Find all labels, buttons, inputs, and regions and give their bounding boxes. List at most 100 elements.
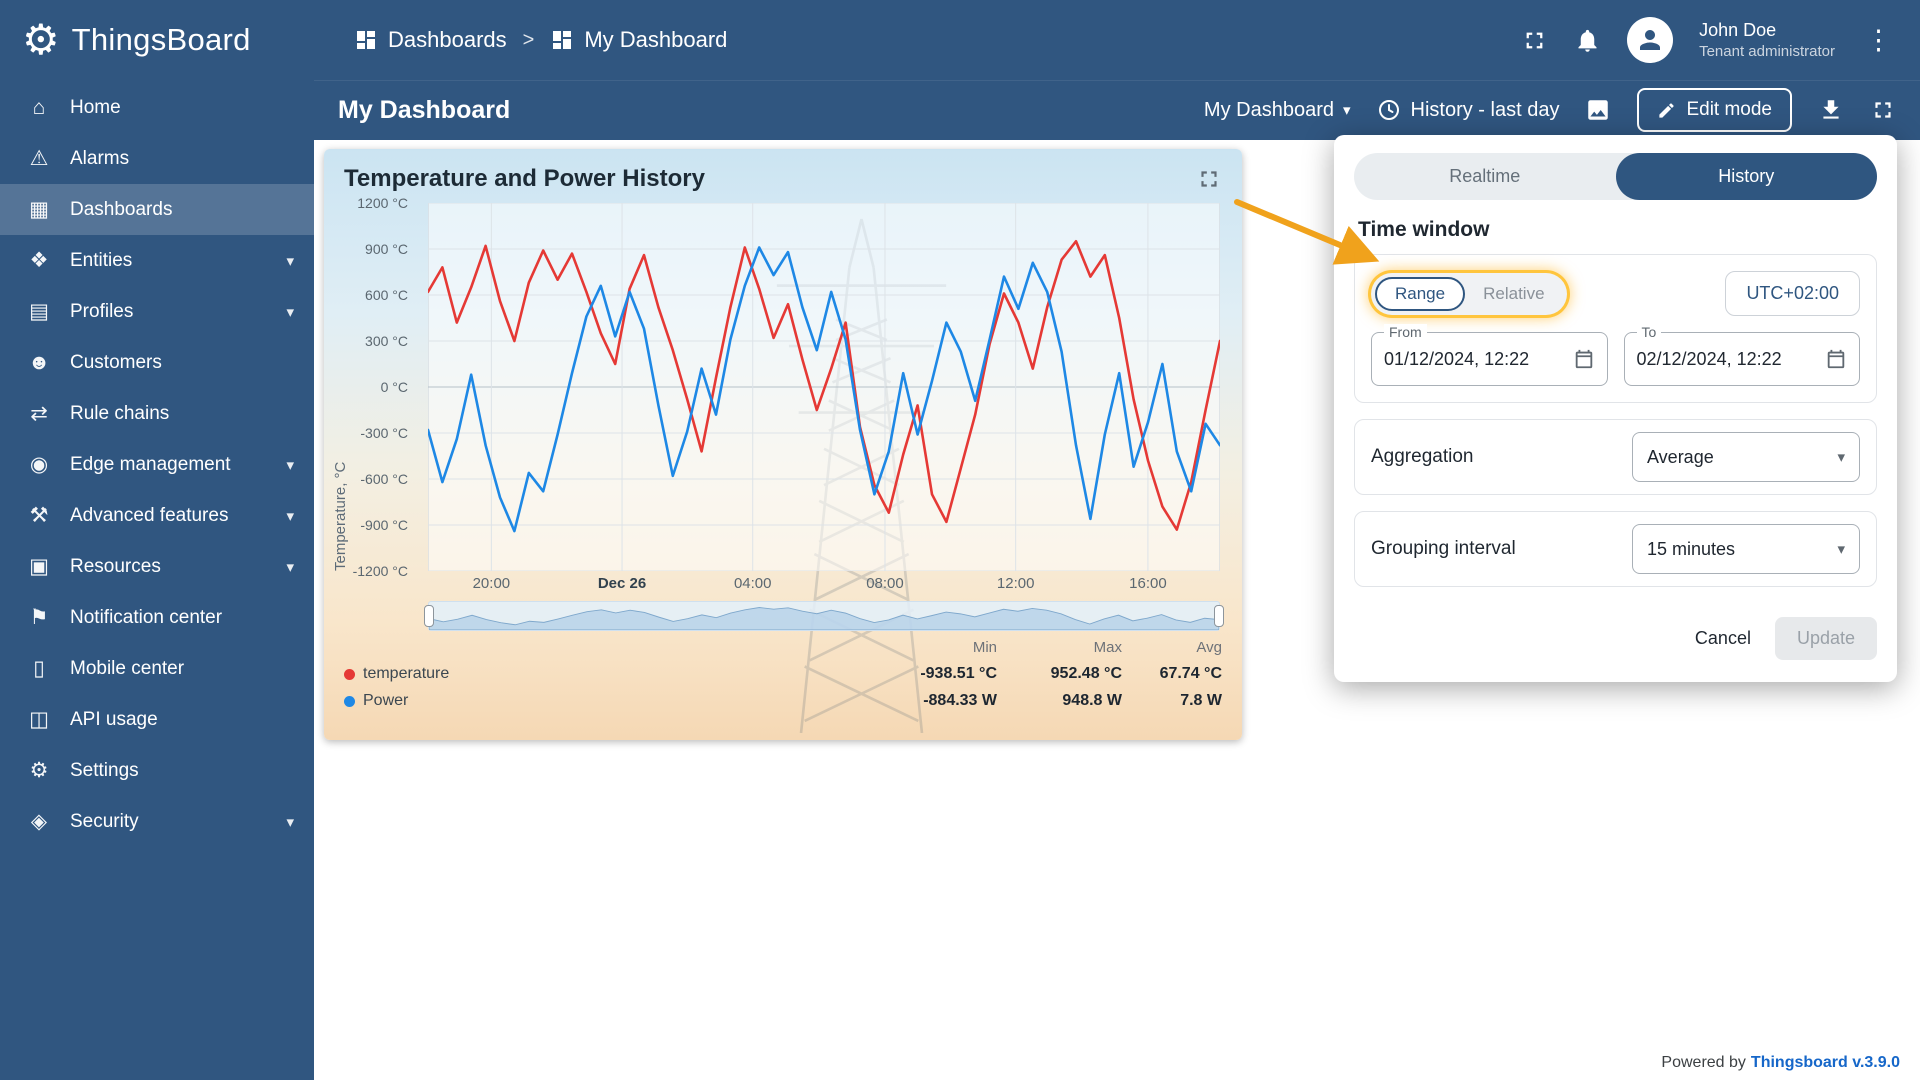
top-header: ⚙ ThingsBoard Dashboards > My Dashboard … <box>0 0 1920 80</box>
sidebar-item-label: Edge management <box>70 453 231 475</box>
sidebar-item-label: Resources <box>70 555 161 577</box>
widget-fullscreen-icon[interactable] <box>1196 166 1222 192</box>
legend-header: Max <box>1093 639 1122 656</box>
sidebar-item-notification-center[interactable]: ⚑ Notification center <box>0 592 314 643</box>
more-menu-icon[interactable]: ⋮ <box>1861 25 1896 56</box>
rule-chains-icon: ⇄ <box>30 402 48 425</box>
y-axis-title: Temperature, °C <box>332 461 349 571</box>
version-link[interactable]: Thingsboard v.3.9.0 <box>1751 1054 1900 1071</box>
timezone-button[interactable]: UTC+02:00 <box>1725 271 1860 316</box>
chevron-down-icon: ▾ <box>1342 102 1351 119</box>
security-icon: ◈ <box>30 810 48 833</box>
sidebar-item-label: Notification center <box>70 606 223 628</box>
cancel-button[interactable]: Cancel <box>1679 618 1767 659</box>
sidebar-item-settings[interactable]: ⚙ Settings <box>0 745 314 796</box>
range-relative-toggle: Range Relative <box>1371 272 1567 315</box>
date-from-field[interactable]: From 01/12/2024, 12:22 <box>1371 324 1608 386</box>
breadcrumb-dashboards[interactable]: Dashboards <box>354 27 507 53</box>
entities-icon: ❖ <box>29 249 49 272</box>
chart-area: Temperature, °C 1200 °C 900 °C 600 °C 300 °… <box>324 195 1242 579</box>
aggregation-select[interactable]: Average ▾ <box>1632 432 1860 482</box>
y-tick-label: -1200 °C <box>352 563 408 579</box>
brush-handle-left[interactable] <box>424 605 434 627</box>
powered-by-label: Powered by <box>1661 1054 1746 1071</box>
alarms-icon: ⚠ <box>29 147 49 170</box>
notifications-button[interactable] <box>1574 27 1601 54</box>
calendar-icon[interactable] <box>1825 348 1847 370</box>
legend-series[interactable]: temperature <box>344 665 847 683</box>
from-value: 01/12/2024, 12:22 <box>1384 348 1530 369</box>
dashboards-icon: ▦ <box>29 198 49 221</box>
sidebar-item-api-usage[interactable]: ◫ API usage <box>0 694 314 745</box>
chart-svg[interactable] <box>428 203 1220 571</box>
sidebar-item-dashboards[interactable]: ▦ Dashboards <box>0 184 314 235</box>
time-window-label: History - last day <box>1410 98 1560 121</box>
chevron-down-icon: ▾ <box>286 813 294 831</box>
mobile-center-icon: ▯ <box>33 657 45 680</box>
sidebar-item-advanced-features[interactable]: ⚒ Advanced features ▾ <box>0 490 314 541</box>
sidebar-menu: ⌂ Home ⚠ Alarms ▦ Dashboards ❖ Entities ▾ ▤ Profil… <box>0 82 314 847</box>
toolbar-fullscreen-button[interactable] <box>1870 97 1896 123</box>
time-window-title: Time window <box>1358 218 1490 241</box>
dashboard-select[interactable]: My Dashboard ▾ <box>1204 99 1351 122</box>
tab-realtime[interactable]: Realtime <box>1354 153 1616 200</box>
legend-dot <box>344 695 355 707</box>
edit-mode-button[interactable]: Edit mode <box>1637 88 1792 132</box>
thingsboard-logo-icon: ⚙ <box>22 16 60 63</box>
sidebar-item-resources[interactable]: ▣ Resources ▾ <box>0 541 314 592</box>
sidebar-item-home[interactable]: ⌂ Home <box>0 82 314 133</box>
y-tick-label: 900 °C <box>365 241 408 257</box>
y-tick-label: 0 °C <box>380 379 408 395</box>
image-gallery-button[interactable] <box>1585 97 1611 123</box>
chevron-down-icon: ▾ <box>286 558 294 576</box>
breadcrumb: Dashboards > My Dashboard <box>354 27 727 53</box>
person-icon <box>1640 30 1661 50</box>
legend-min: -884.33 W <box>923 692 997 709</box>
aggregation-value: Average <box>1647 446 1714 467</box>
brush-handle-right[interactable] <box>1214 605 1224 627</box>
sidebar-item-label: Dashboards <box>70 198 173 220</box>
header-actions: John Doe Tenant administrator ⋮ <box>1521 17 1920 63</box>
sidebar-item-edge-management[interactable]: ◉ Edge management ▾ <box>0 439 314 490</box>
avatar[interactable] <box>1627 17 1674 63</box>
sidebar-item-customers[interactable]: ☻ Customers <box>0 337 314 388</box>
relative-toggle-button[interactable]: Relative <box>1465 277 1562 311</box>
sidebar-item-mobile-center[interactable]: ▯ Mobile center <box>0 643 314 694</box>
time-window-popup: Realtime History Time window Range Relat… <box>1334 135 1897 682</box>
date-to-field[interactable]: To 02/12/2024, 12:22 <box>1623 324 1860 386</box>
home-icon: ⌂ <box>32 95 46 119</box>
legend-avg: 67.74 °C <box>1159 665 1222 682</box>
dashboard-icon <box>553 31 572 49</box>
download-button[interactable] <box>1818 97 1844 123</box>
time-window-button[interactable]: History - last day <box>1377 98 1560 122</box>
legend-series[interactable]: Power <box>344 692 847 710</box>
y-tick-label: 300 °C <box>365 333 408 349</box>
sidebar-item-security[interactable]: ◈ Security ▾ <box>0 796 314 847</box>
tab-history[interactable]: History <box>1615 153 1877 200</box>
legend-dot <box>344 668 355 680</box>
x-tick-label: 20:00 <box>472 575 511 592</box>
x-tick-label: Dec 26 <box>597 575 647 592</box>
sidebar-item-entities[interactable]: ❖ Entities ▾ <box>0 235 314 286</box>
breadcrumb-my-dashboard[interactable]: My Dashboard <box>550 27 727 53</box>
breadcrumb-label: My Dashboard <box>584 27 728 52</box>
time-brush[interactable] <box>424 601 1224 631</box>
update-button[interactable]: Update <box>1774 617 1877 660</box>
header-fullscreen-button[interactable] <box>1521 27 1548 54</box>
brand[interactable]: ⚙ ThingsBoard <box>0 19 314 61</box>
clock-icon <box>1378 100 1399 120</box>
sidebar-item-alarms[interactable]: ⚠ Alarms <box>0 133 314 184</box>
sidebar-item-label: Advanced features <box>70 504 229 526</box>
sidebar-item-profiles[interactable]: ▤ Profiles ▾ <box>0 286 314 337</box>
chevron-down-icon: ▾ <box>286 507 294 525</box>
timewindow-tabs: Realtime History <box>1354 153 1877 200</box>
calendar-icon[interactable] <box>1573 348 1595 370</box>
dashboard-toolbar: My Dashboard My Dashboard ▾ History - la… <box>314 80 1920 140</box>
customers-icon: ☻ <box>27 350 51 374</box>
sidebar-item-label: Customers <box>70 351 162 373</box>
sidebar-item-rule-chains[interactable]: ⇄ Rule chains <box>0 388 314 439</box>
grouping-interval-select[interactable]: 15 minutes ▾ <box>1632 524 1860 574</box>
sidebar-item-label: Mobile center <box>70 657 185 679</box>
notification-center-icon: ⚑ <box>29 606 49 629</box>
range-toggle-button[interactable]: Range <box>1375 276 1466 311</box>
